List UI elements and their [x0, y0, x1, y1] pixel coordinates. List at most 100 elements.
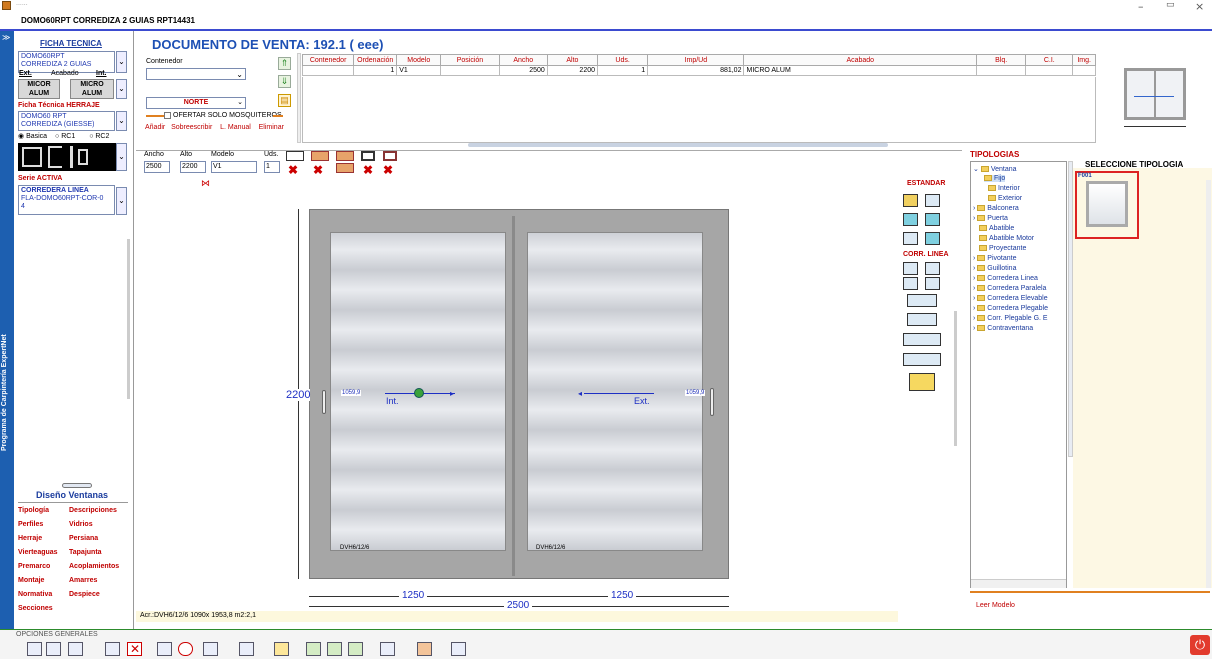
grid-splitter[interactable]: [297, 53, 301, 143]
hash-icon[interactable]: [451, 642, 466, 656]
tipologia-f001[interactable]: F001: [1075, 171, 1139, 239]
grid-icon[interactable]: [46, 642, 61, 656]
maximize-button[interactable]: ▭: [1166, 0, 1175, 10]
link-perfiles[interactable]: Perfiles: [18, 521, 43, 528]
delete-x-icon[interactable]: ✖: [288, 163, 298, 177]
home-tool-icon[interactable]: [925, 194, 940, 207]
move-handle-icon[interactable]: [414, 388, 424, 398]
link-despiece[interactable]: Despiece: [69, 591, 100, 598]
slider-2-icon[interactable]: [903, 262, 918, 275]
link-amarres[interactable]: Amarres: [69, 577, 97, 584]
tree-item-contraventana[interactable]: › Contraventana: [973, 325, 1033, 332]
design-splitter[interactable]: [954, 311, 957, 446]
table-row[interactable]: 1 V1 2500 2200 1 881,02 MICRO ALUM: [301, 65, 1096, 76]
chevron-down-icon[interactable]: ⌄: [116, 51, 127, 73]
col-alto[interactable]: Alto: [546, 54, 599, 66]
exterior-finish[interactable]: MICOR ALUM: [18, 79, 60, 99]
fixed-tool-icon[interactable]: [925, 232, 940, 245]
power-icon[interactable]: ⏻: [1190, 635, 1210, 655]
move-down-icon[interactable]: ⇓: [278, 75, 291, 88]
slider-3-icon[interactable]: [907, 294, 937, 307]
panel-splitter[interactable]: [127, 239, 130, 399]
tree-item-abatible[interactable]: Abatible: [979, 225, 1014, 232]
link-herraje[interactable]: Herraje: [18, 535, 42, 542]
square-icon[interactable]: [27, 642, 42, 656]
interior-finish[interactable]: MICRO ALUM: [70, 79, 114, 99]
expand-handle-icon[interactable]: [62, 483, 92, 488]
alto-input[interactable]: 2200: [180, 161, 206, 173]
sash-tool-icon[interactable]: [383, 151, 397, 161]
chevron-down-icon[interactable]: ⌄: [116, 143, 127, 171]
slider-4-icon[interactable]: [903, 333, 941, 346]
tree-item-interior[interactable]: Interior: [988, 185, 1020, 192]
link-tapajunta[interactable]: Tapajunta: [69, 549, 102, 556]
radio-basica[interactable]: ◉ Basica: [18, 133, 47, 140]
col-modelo[interactable]: Modelo: [396, 54, 442, 66]
uds-input[interactable]: 1: [264, 161, 280, 173]
modelo-input[interactable]: V1: [211, 161, 257, 173]
col-img[interactable]: Img.: [1072, 54, 1096, 66]
chevron-down-icon[interactable]: ⌄: [116, 111, 127, 131]
leer-modelo-link[interactable]: Leer Modelo: [976, 602, 1015, 609]
collapse-chevron-icon[interactable]: ≫: [2, 33, 10, 42]
link-premarco[interactable]: Premarco: [18, 563, 50, 570]
list-icon[interactable]: [105, 642, 120, 656]
triangle-icon[interactable]: [157, 642, 172, 656]
tree-item-ventana[interactable]: ⌄ Ventana: [973, 165, 1017, 173]
tree-hscrollbar[interactable]: [971, 579, 1066, 588]
delete-x-icon[interactable]: ✖: [383, 163, 393, 177]
folder-icon[interactable]: ▤: [278, 94, 291, 107]
diagonal-tool-icon[interactable]: [903, 232, 918, 245]
width-arrows-icon[interactable]: [68, 642, 83, 656]
link-acoplamientos[interactable]: Acoplamientos: [69, 563, 119, 570]
link-secciones[interactable]: Secciones: [18, 605, 53, 612]
tree-item-corredera-paralela[interactable]: › Corredera Paralela: [973, 285, 1046, 292]
tree-item-corr-plegable-ge[interactable]: › Corr. Plegable G. E: [973, 315, 1048, 322]
col-ci[interactable]: C.I.: [1025, 54, 1074, 66]
zoom-fit-icon[interactable]: [327, 642, 342, 656]
slider-2d-icon[interactable]: [925, 277, 940, 290]
orientation-select[interactable]: NORTE ⌄: [146, 97, 246, 109]
tree-item-abatible-motor[interactable]: Abatible Motor: [979, 235, 1034, 242]
mosquiteros-checkbox[interactable]: [164, 112, 171, 119]
slider-2b-icon[interactable]: [925, 262, 940, 275]
slider-3b-icon[interactable]: [907, 313, 937, 326]
zoom-out-icon[interactable]: [348, 642, 363, 656]
slider-4b-icon[interactable]: [903, 353, 941, 366]
col-ordenacion[interactable]: Ordenación: [353, 54, 398, 66]
herraje-select[interactable]: DOMO60 RPT CORREDIZA (GIESSE): [18, 111, 115, 131]
tree-item-fijo[interactable]: Fijo: [984, 175, 1006, 182]
link-montaje[interactable]: Montaje: [18, 577, 44, 584]
tree-item-proyectante[interactable]: Proyectante: [979, 245, 1026, 252]
door-icon[interactable]: [417, 642, 432, 656]
width1-dim-label[interactable]: 1250: [399, 590, 428, 601]
exterior-tool-icon[interactable]: [336, 151, 354, 161]
eliminar-link[interactable]: Eliminar: [259, 124, 284, 131]
delete-x-icon[interactable]: ✖: [313, 163, 323, 177]
delete-x-icon[interactable]: ✖: [363, 163, 373, 177]
link-descripciones[interactable]: Descripciones: [69, 507, 117, 514]
contenedor-select[interactable]: ⌄: [146, 68, 246, 80]
width2-dim-label[interactable]: 1250: [608, 590, 637, 601]
slider-2c-icon[interactable]: [903, 277, 918, 290]
col-imp-ud[interactable]: Imp/Ud: [647, 54, 745, 66]
total-width-label[interactable]: 2500: [504, 600, 533, 611]
profile-tool-icon[interactable]: [286, 151, 304, 161]
percent-icon[interactable]: [380, 642, 395, 656]
col-acabado[interactable]: Acabado: [743, 54, 978, 66]
tree-item-pivotante[interactable]: › Pivotante: [973, 255, 1016, 262]
sobreescribir-link[interactable]: Sobreescribir: [171, 124, 212, 131]
move-up-icon[interactable]: ⇑: [278, 57, 291, 70]
col-posicion[interactable]: Posición: [440, 54, 500, 66]
tree-item-puerta[interactable]: › Puerta: [973, 215, 1008, 222]
horizontal-scrollbar[interactable]: [468, 143, 888, 147]
link-tipologia[interactable]: Tipología: [18, 507, 49, 514]
zoom-in-icon[interactable]: [306, 642, 321, 656]
star-tool-icon[interactable]: [903, 194, 918, 207]
tree-item-exterior[interactable]: Exterior: [988, 195, 1022, 202]
col-blq[interactable]: Blq.: [976, 54, 1027, 66]
serie-select[interactable]: CORREDERA LINEA FLA-DOMO60RPT-COR-0 4: [18, 185, 115, 215]
table-icon[interactable]: [203, 642, 218, 656]
lateral-tool-icon[interactable]: [311, 151, 329, 161]
frame-tool-icon[interactable]: [361, 151, 375, 161]
